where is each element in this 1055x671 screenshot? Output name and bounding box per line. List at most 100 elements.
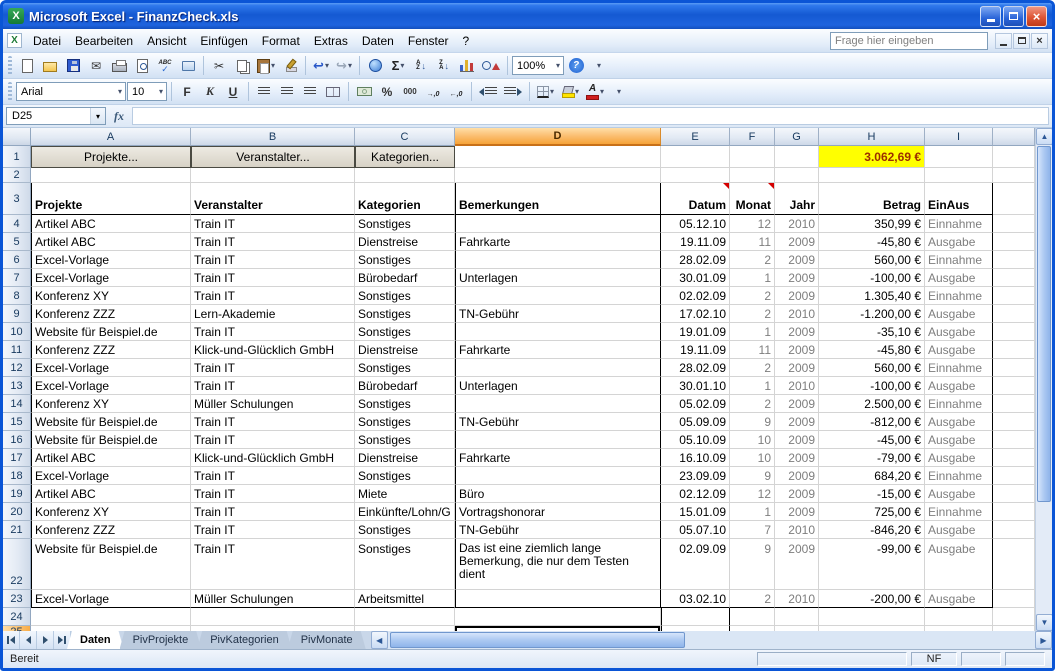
cell-datum-14[interactable]: 05.02.09 — [661, 395, 730, 413]
cell-veranstalter-10[interactable]: Train IT — [191, 323, 355, 341]
cell-monat-17[interactable]: 10 — [730, 449, 775, 467]
cell-einaus-11[interactable]: Ausgabe — [925, 341, 993, 359]
cell-G1[interactable] — [775, 146, 819, 168]
tab-daten[interactable]: Daten — [67, 631, 124, 649]
increase-decimal-button[interactable] — [422, 81, 444, 103]
cell-monat-23[interactable]: 2 — [730, 590, 775, 608]
cell-betrag-14[interactable]: 2.500,00 € — [819, 395, 925, 413]
restore-button[interactable] — [1003, 6, 1024, 27]
decrease-decimal-button[interactable] — [445, 81, 467, 103]
cell-monat-18[interactable]: 9 — [730, 467, 775, 485]
paste-button[interactable]: ▾ — [254, 55, 278, 77]
cell-kategorie-19[interactable]: Miete — [355, 485, 455, 503]
cell-einaus-17[interactable]: Ausgabe — [925, 449, 993, 467]
name-box[interactable]: D25▾ — [6, 107, 106, 125]
cell-betrag-10[interactable]: -35,10 € — [819, 323, 925, 341]
cell-projekt-25[interactable] — [31, 626, 191, 631]
row-header-22[interactable]: 22 — [3, 539, 31, 590]
menu-einfuegen[interactable]: Einfügen — [193, 31, 254, 51]
cell-projekt-23[interactable]: Excel-Vorlage — [31, 590, 191, 608]
cell-einaus-12[interactable]: Einnahme — [925, 359, 993, 377]
header-betrag[interactable]: Betrag — [819, 183, 925, 215]
cell-monat-4[interactable]: 12 — [730, 215, 775, 233]
borders-button[interactable]: ▾ — [534, 81, 557, 103]
cell-projekt-5[interactable]: Artikel ABC — [31, 233, 191, 251]
cell-filler-14[interactable] — [993, 395, 1035, 413]
cell-monat-16[interactable]: 10 — [730, 431, 775, 449]
cell-projekt-13[interactable]: Excel-Vorlage — [31, 377, 191, 395]
cell-datum-15[interactable]: 05.09.09 — [661, 413, 730, 431]
new-button[interactable] — [16, 55, 38, 77]
cell-veranstalter-22[interactable]: Train IT — [191, 539, 355, 590]
cell-bemerkung-23[interactable] — [455, 590, 661, 608]
cell-veranstalter-5[interactable]: Train IT — [191, 233, 355, 251]
cell-datum-7[interactable]: 30.01.09 — [661, 269, 730, 287]
cell-datum-8[interactable]: 02.02.09 — [661, 287, 730, 305]
cell-D1[interactable] — [455, 146, 661, 168]
header-kategorien[interactable]: Kategorien — [355, 183, 455, 215]
cell-B2[interactable] — [191, 168, 355, 183]
cell-einaus-16[interactable]: Ausgabe — [925, 431, 993, 449]
header-projekte[interactable]: Projekte — [31, 183, 191, 215]
cell-jahr-17[interactable]: 2009 — [775, 449, 819, 467]
cell-datum-5[interactable]: 19.11.09 — [661, 233, 730, 251]
row-header-2[interactable]: 2 — [3, 168, 31, 183]
cell-projekt-9[interactable]: Konferenz ZZZ — [31, 305, 191, 323]
cell-jahr-13[interactable]: 2010 — [775, 377, 819, 395]
cell-bemerkung-11[interactable]: Fahrkarte — [455, 341, 661, 359]
column-header-I[interactable]: I — [925, 128, 993, 146]
column-header-partial[interactable] — [993, 128, 1035, 146]
font-size-select[interactable]: 10▾ — [127, 82, 167, 101]
cell-veranstalter-17[interactable]: Klick-und-Glücklich GmbH — [191, 449, 355, 467]
cell-bemerkung-17[interactable]: Fahrkarte — [455, 449, 661, 467]
cell-veranstalter-11[interactable]: Klick-und-Glücklich GmbH — [191, 341, 355, 359]
cell-veranstalter-24[interactable] — [191, 608, 355, 626]
formula-input[interactable] — [132, 107, 1049, 125]
cell-datum-22[interactable]: 02.09.09 — [661, 539, 730, 590]
cell-datum-11[interactable]: 19.11.09 — [661, 341, 730, 359]
row-header-15[interactable]: 15 — [3, 413, 31, 431]
cell-veranstalter-13[interactable]: Train IT — [191, 377, 355, 395]
cell-betrag-8[interactable]: 1.305,40 € — [819, 287, 925, 305]
cell-kategorie-4[interactable]: Sonstiges — [355, 215, 455, 233]
cell-veranstalter-8[interactable]: Train IT — [191, 287, 355, 305]
cell-datum-13[interactable]: 30.01.10 — [661, 377, 730, 395]
row-header-8[interactable]: 8 — [3, 287, 31, 305]
merge-center-button[interactable] — [322, 81, 344, 103]
cell-filler-1[interactable] — [993, 146, 1035, 168]
research-button[interactable] — [177, 55, 199, 77]
redo-button[interactable]: ↪▾ — [333, 55, 355, 77]
cell-monat-6[interactable]: 2 — [730, 251, 775, 269]
cell-projekt-21[interactable]: Konferenz ZZZ — [31, 521, 191, 539]
previous-sheet-button[interactable] — [20, 631, 37, 649]
workbook-minimize-button[interactable] — [995, 33, 1012, 49]
email-button[interactable]: ✉ — [85, 55, 107, 77]
align-right-button[interactable] — [299, 81, 321, 103]
cell-bemerkung-15[interactable]: TN-Gebühr — [455, 413, 661, 431]
menu-ansicht[interactable]: Ansicht — [140, 31, 193, 51]
cell-jahr-24[interactable] — [775, 608, 819, 626]
cell-filler-11[interactable] — [993, 341, 1035, 359]
cell-betrag-15[interactable]: -812,00 € — [819, 413, 925, 431]
cell-datum-21[interactable]: 05.07.10 — [661, 521, 730, 539]
column-header-F[interactable]: F — [730, 128, 775, 146]
cell-einaus-4[interactable]: Einnahme — [925, 215, 993, 233]
cell-C2[interactable] — [355, 168, 455, 183]
toolbar-options-button[interactable]: ▾ — [608, 81, 630, 103]
cell-veranstalter-21[interactable]: Train IT — [191, 521, 355, 539]
cell-einaus-19[interactable]: Ausgabe — [925, 485, 993, 503]
row-header-4[interactable]: 4 — [3, 215, 31, 233]
row-header-21[interactable]: 21 — [3, 521, 31, 539]
row-header-3[interactable]: 3 — [3, 183, 31, 215]
cell-veranstalter-23[interactable]: Müller Schulungen — [191, 590, 355, 608]
column-header-C[interactable]: C — [355, 128, 455, 146]
cell-projekt-14[interactable]: Konferenz XY — [31, 395, 191, 413]
autosum-button[interactable]: Σ▾ — [387, 55, 409, 77]
cell-einaus-13[interactable]: Ausgabe — [925, 377, 993, 395]
cell-veranstalter-20[interactable]: Train IT — [191, 503, 355, 521]
cell-einaus-21[interactable]: Ausgabe — [925, 521, 993, 539]
cell-datum-10[interactable]: 19.01.09 — [661, 323, 730, 341]
workbook-close-button[interactable]: × — [1031, 33, 1048, 49]
row-header-17[interactable]: 17 — [3, 449, 31, 467]
cell-betrag-11[interactable]: -45,80 € — [819, 341, 925, 359]
